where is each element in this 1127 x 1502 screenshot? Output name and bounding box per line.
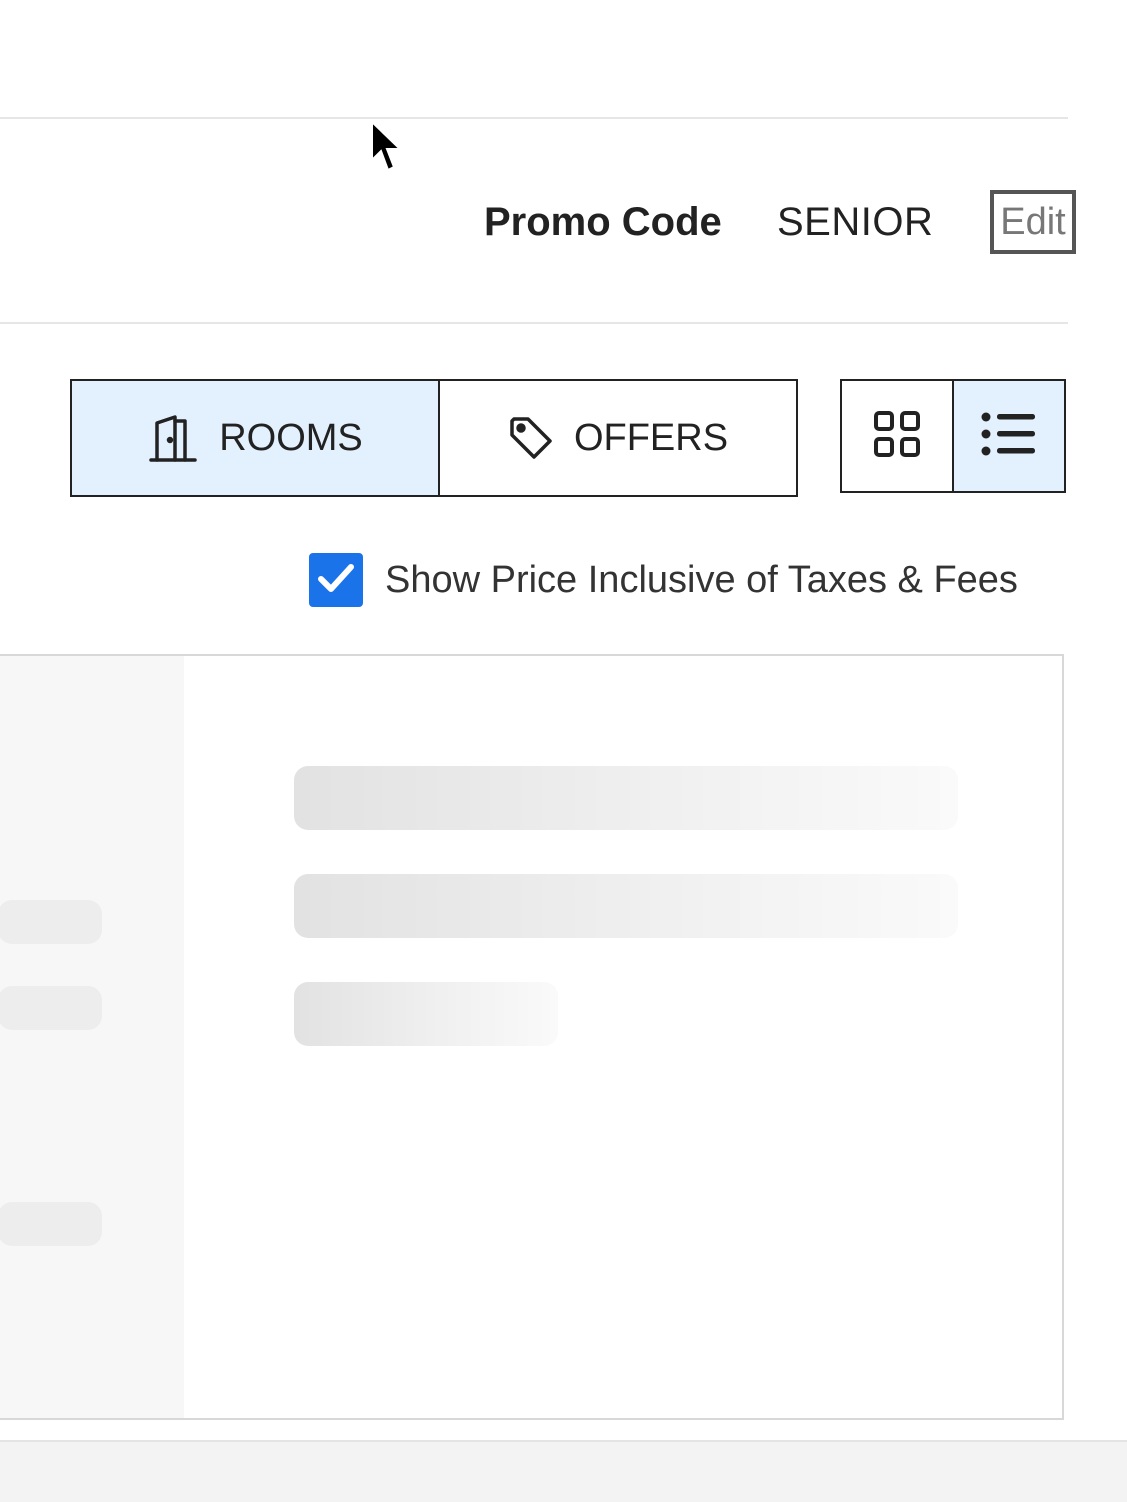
skeleton-line [0, 900, 102, 944]
tag-icon [508, 415, 554, 461]
bottom-bar [0, 1440, 1127, 1502]
checkmark-icon [317, 562, 355, 599]
promo-divider [0, 322, 1068, 324]
skeleton-line [0, 986, 102, 1030]
tax-inclusive-label: Show Price Inclusive of Taxes & Fees [385, 558, 1018, 601]
skeleton-line [294, 982, 558, 1046]
view-mode-toggle [840, 379, 1066, 493]
tab-offers[interactable]: OFFERS [440, 381, 796, 495]
door-icon [147, 413, 199, 463]
grid-view-button[interactable] [842, 381, 954, 491]
grid-icon [873, 410, 921, 463]
tab-offers-label: OFFERS [573, 416, 729, 459]
promo-code-label: Promo Code [484, 200, 722, 244]
list-icon [981, 411, 1037, 462]
skeleton-line [294, 766, 958, 830]
tax-toggle-row: Show Price Inclusive of Taxes & Fees [309, 553, 1018, 607]
skeleton-line [0, 1202, 102, 1246]
room-image-placeholder [0, 656, 184, 1418]
room-card-skeleton [0, 654, 1064, 1420]
tab-rooms[interactable]: ROOMS [72, 381, 440, 495]
top-divider [0, 117, 1068, 119]
rooms-offers-toggle: ROOMS OFFERS [70, 379, 798, 497]
skeleton-line [294, 874, 958, 938]
tax-inclusive-checkbox[interactable] [309, 553, 363, 607]
edit-promo-button[interactable]: Edit [990, 190, 1076, 254]
tab-rooms-label: ROOMS [219, 416, 363, 459]
list-view-button[interactable] [954, 381, 1064, 491]
mouse-cursor-icon [370, 119, 404, 181]
promo-code-value: SENIOR [777, 200, 934, 244]
